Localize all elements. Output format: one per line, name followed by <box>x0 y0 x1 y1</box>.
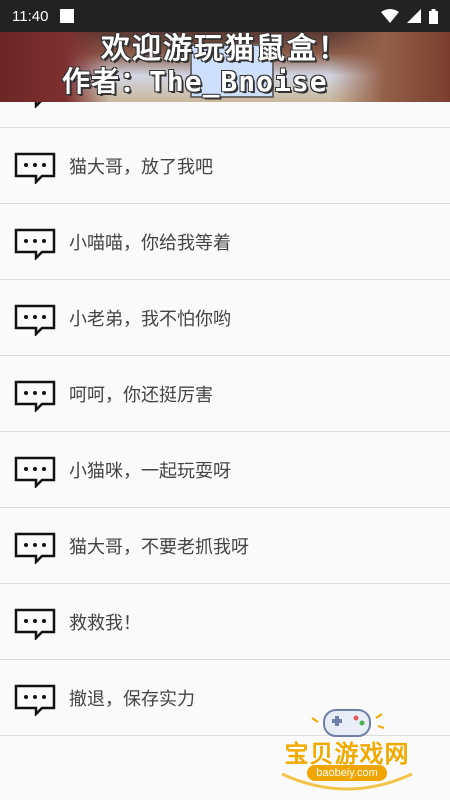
list-item-label: 撤退，保存实力 <box>69 688 195 710</box>
message-bubble-icon <box>14 452 56 488</box>
status-icons <box>381 8 438 24</box>
message-bubble-icon <box>14 224 56 260</box>
list-item-label: 猫大哥，不要老抓我呀 <box>69 536 249 558</box>
list-item-label: 小猫咪，一起玩耍呀 <box>69 460 231 482</box>
list-item[interactable]: 猫大哥，放了我吧 <box>0 128 450 204</box>
message-bubble-icon <box>14 148 56 184</box>
list-item[interactable]: 小猫咪，一起玩耍呀 <box>0 432 450 508</box>
welcome-banner: 欢迎游玩猫鼠盒！ 作者：The_Bnoise <box>0 32 450 102</box>
wifi-icon <box>381 9 399 23</box>
watermark-url: baobeiy.com <box>307 765 387 781</box>
list-item-label: 小老弟，我不怕你哟 <box>69 308 231 330</box>
message-bubble-icon <box>14 528 56 564</box>
status-time: 11:40 <box>12 7 49 25</box>
message-bubble-icon <box>14 300 56 336</box>
list-item-label: 猫大哥，放了我吧 <box>69 156 213 178</box>
message-list: 猫大哥，放了我吧 小喵喵，你给我等着 小老弟，我不怕你哟 呵呵，你还挺厉害 小猫… <box>0 52 450 736</box>
list-item[interactable]: 呵呵，你还挺厉害 <box>0 356 450 432</box>
list-item[interactable]: 猫大哥，不要老抓我呀 <box>0 508 450 584</box>
status-bar: 11:40 <box>0 0 450 32</box>
signal-icon <box>407 9 421 23</box>
banner-author-text: 作者：The_Bnoise <box>62 65 328 98</box>
battery-icon <box>429 8 438 24</box>
list-item[interactable]: 救救我！ <box>0 584 450 660</box>
watermark-title: 宝贝游戏网 <box>284 740 410 768</box>
list-item[interactable]: 小老弟，我不怕你哟 <box>0 280 450 356</box>
message-bubble-icon <box>14 604 56 640</box>
list-item[interactable]: 小喵喵，你给我等着 <box>0 204 450 280</box>
site-watermark: 宝贝游戏网 baobeiy.com <box>272 704 422 794</box>
list-item-label: 救救我！ <box>69 612 141 634</box>
message-bubble-icon <box>14 376 56 412</box>
message-bubble-icon <box>14 680 56 716</box>
notification-icon <box>60 9 75 23</box>
list-item-label: 呵呵，你还挺厉害 <box>69 384 213 406</box>
list-item-label: 小喵喵，你给我等着 <box>69 232 231 254</box>
banner-welcome-text: 欢迎游玩猫鼠盒！ <box>100 32 349 65</box>
